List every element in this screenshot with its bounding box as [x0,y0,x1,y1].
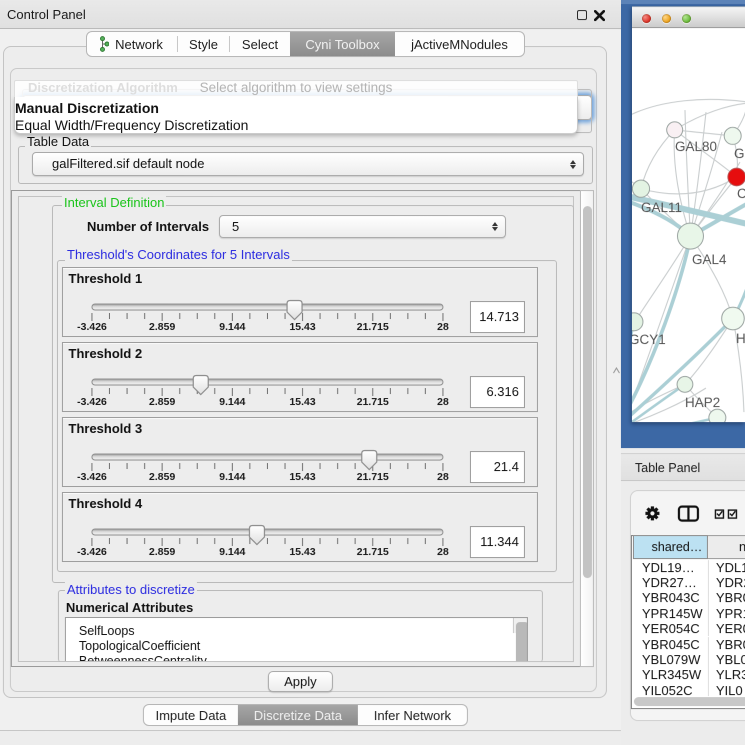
svg-text:28: 28 [437,546,449,558]
svg-text:21.715: 21.715 [356,321,388,333]
svg-text:2.859: 2.859 [149,396,175,408]
svg-text:H: H [736,331,745,346]
svg-text:9.144: 9.144 [219,471,245,483]
svg-text:28: 28 [437,396,449,408]
svg-text:2.859: 2.859 [149,321,175,333]
svg-text:9.144: 9.144 [219,396,245,408]
svg-text:-3.426: -3.426 [77,471,107,483]
svg-text:GAL11: GAL11 [641,200,682,215]
svg-text:-3.426: -3.426 [77,396,107,408]
svg-text:-3.426: -3.426 [77,546,107,558]
svg-text:G.: G. [734,146,745,161]
svg-text:C: C [737,186,745,201]
svg-text:GAL80: GAL80 [675,139,717,154]
svg-text:15.43: 15.43 [289,396,315,408]
svg-text:2.859: 2.859 [148,546,174,558]
svg-text:28: 28 [437,471,449,483]
svg-text:2.859: 2.859 [148,471,174,483]
svg-text:HAP2: HAP2 [685,395,720,410]
svg-text:21.715: 21.715 [356,471,388,483]
svg-text:-3.426: -3.426 [77,321,107,333]
svg-text:15.43: 15.43 [289,321,315,333]
svg-text:15.43: 15.43 [289,546,315,558]
svg-text:9.144: 9.144 [219,546,245,558]
svg-text:21.715: 21.715 [356,546,388,558]
svg-text:9.144: 9.144 [219,321,245,333]
svg-text:GCY1: GCY1 [632,332,666,347]
svg-text:GAL4: GAL4 [692,252,727,267]
svg-text:15.43: 15.43 [289,471,315,483]
svg-text:21.715: 21.715 [356,396,388,408]
svg-text:28: 28 [437,321,449,333]
